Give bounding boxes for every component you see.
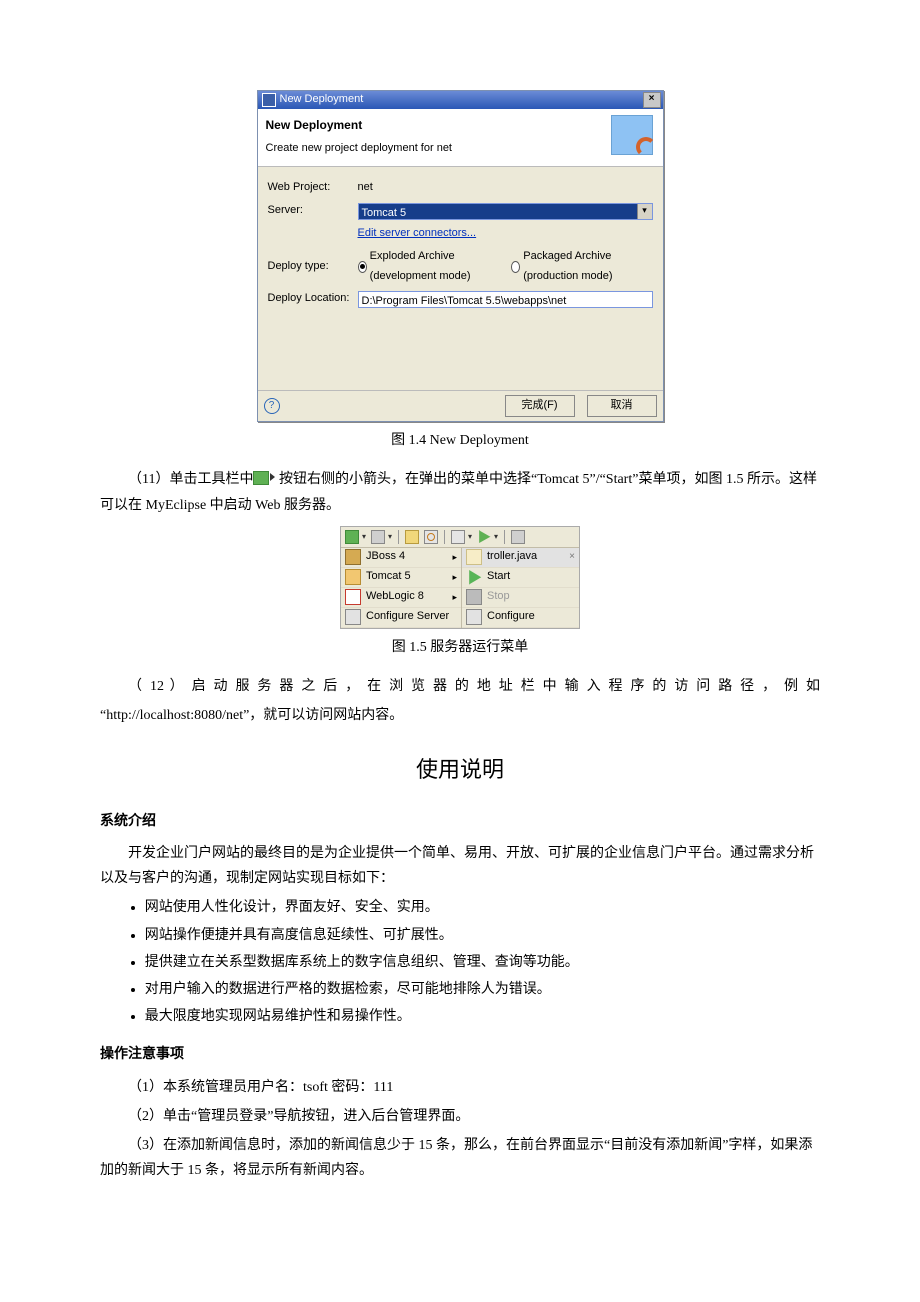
stop-icon [466, 589, 482, 605]
toolbar: ▾ ▾ ▾ ▾ [341, 527, 579, 548]
chevron-down-icon[interactable]: ▾ [637, 204, 652, 219]
configure-item-icon [466, 609, 482, 625]
menu-item-start[interactable]: Start [462, 568, 579, 588]
paragraph-12-line1: （ 12 ） 启 动 服 务 器 之 后 ， 在 浏 览 器 的 地 址 栏 中… [100, 674, 820, 699]
radio-icon [511, 261, 520, 273]
paragraph-12-line2: “http://localhost:8080/net”，就可以访问网站内容。 [100, 703, 820, 728]
configure-icon [345, 609, 361, 625]
intro-paragraph: 开发企业门户网站的最终目的是为企业提供一个简单、易用、开放、可扩展的企业信息门户… [100, 841, 820, 891]
bullet-item: 网站操作便捷并具有高度信息延续性、可扩展性。 [145, 923, 820, 948]
folder-icon[interactable] [405, 530, 419, 544]
weblogic-icon [345, 589, 361, 605]
deploy-type-label: Deploy type: [268, 257, 358, 277]
radio-packaged[interactable]: Packaged Archive (production mode) [511, 247, 652, 287]
dropdown-arrow-icon[interactable]: ▾ [362, 530, 366, 544]
close-tab-icon[interactable]: × [569, 548, 575, 566]
extra-icon[interactable] [511, 530, 525, 544]
chevron-right-icon: ▸ [452, 569, 457, 585]
subsection-notes: 操作注意事项 [100, 1041, 820, 1066]
dialog-titlebar: New Deployment × [258, 91, 663, 109]
gear-icon[interactable] [451, 530, 465, 544]
dialog-body: Web Project: net Server: Tomcat 5 ▾ Edit… [258, 167, 663, 390]
finish-button[interactable]: 完成(F) [505, 395, 575, 417]
deploy-location-input[interactable]: D:\Program Files\Tomcat 5.5\webapps\net [358, 291, 653, 308]
close-icon[interactable]: × [643, 92, 661, 108]
chevron-right-icon: ▸ [452, 589, 457, 605]
caption-fig-1-4: 图 1.4 New Deployment [100, 428, 820, 453]
menu-item-jboss[interactable]: JBoss 4 ▸ [341, 548, 461, 568]
dialog-title: New Deployment [280, 90, 364, 110]
subsection-system-intro: 系统介绍 [100, 808, 820, 833]
debug-icon[interactable] [371, 530, 385, 544]
refresh-icon[interactable] [424, 530, 438, 544]
menu-item-weblogic[interactable]: WebLogic 8 ▸ [341, 588, 461, 608]
help-icon[interactable]: ? [264, 398, 280, 414]
section-title-usage: 使用说明 [100, 750, 820, 790]
dialog-header-subtitle: Create new project deployment for net [266, 139, 611, 159]
run-icon[interactable] [345, 530, 359, 544]
title-icon [262, 93, 276, 107]
server-list: JBoss 4 ▸ Tomcat 5 ▸ WebLogic 8 ▸ Config… [341, 548, 462, 628]
server-submenu: troller.java × Start Stop Configure [462, 548, 579, 628]
dialog-header-title: New Deployment [266, 115, 611, 137]
start-icon [466, 569, 482, 585]
paragraph-11: （11）单击工具栏中 按钮右侧的小箭头，在弹出的菜单中选择“Tomcat 5”/… [100, 467, 820, 517]
jboss-icon [345, 549, 361, 565]
wizard-icon [611, 115, 653, 155]
edit-connectors-link[interactable]: Edit server connectors... [358, 224, 477, 244]
menu-item-stop: Stop [462, 588, 579, 608]
radio-exploded[interactable]: Exploded Archive (development mode) [358, 247, 506, 287]
caption-fig-1-5: 图 1.5 服务器运行菜单 [100, 635, 820, 660]
bullet-item: 对用户输入的数据进行严格的数据检索，尽可能地排除人为错误。 [145, 977, 820, 1002]
bullet-item: 最大限度地实现网站易维护性和易操作性。 [145, 1004, 820, 1029]
play-icon[interactable] [477, 530, 491, 544]
menu-item-tomcat[interactable]: Tomcat 5 ▸ [341, 568, 461, 588]
cancel-button[interactable]: 取消 [587, 395, 657, 417]
intro-bullet-list: 网站使用人性化设计，界面友好、安全、实用。 网站操作便捷并具有高度信息延续性、可… [100, 895, 820, 1029]
deploy-location-label: Deploy Location: [268, 289, 358, 309]
web-project-label: Web Project: [268, 178, 358, 198]
web-project-value: net [358, 178, 653, 198]
note-2: （2）单击“管理员登录”导航按钮，进入后台管理界面。 [100, 1104, 820, 1129]
server-run-icon [253, 471, 269, 485]
server-combobox[interactable]: Tomcat 5 ▾ [358, 203, 653, 220]
chevron-right-icon: ▸ [452, 549, 457, 565]
server-menu-screenshot: ▾ ▾ ▾ ▾ JBoss 4 ▸ Tomcat 5 ▸ WebLogic 8 [340, 526, 580, 629]
new-deployment-dialog: New Deployment × New Deployment Create n… [257, 90, 664, 422]
note-3: （3）在添加新闻信息时，添加的新闻信息少于 15 条，那么，在前台界面显示“目前… [100, 1133, 820, 1183]
bullet-item: 网站使用人性化设计，界面友好、安全、实用。 [145, 895, 820, 920]
dialog-footer: ? 完成(F) 取消 [258, 390, 663, 421]
radio-icon-selected [358, 261, 367, 273]
bullet-item: 提供建立在关系型数据库系统上的数字信息组织、管理、查询等功能。 [145, 950, 820, 975]
server-combo-value: Tomcat 5 [359, 204, 637, 219]
menu-item-configure[interactable]: Configure [462, 608, 579, 628]
menu-item-configure-server[interactable]: Configure Server [341, 608, 461, 628]
tomcat-icon [345, 569, 361, 585]
dialog-header: New Deployment Create new project deploy… [258, 109, 663, 167]
server-label: Server: [268, 201, 358, 221]
editor-tab[interactable]: troller.java × [462, 548, 579, 568]
note-1: （1）本系统管理员用户名：tsoft 密码：111 [100, 1075, 820, 1100]
java-file-icon [466, 549, 482, 565]
